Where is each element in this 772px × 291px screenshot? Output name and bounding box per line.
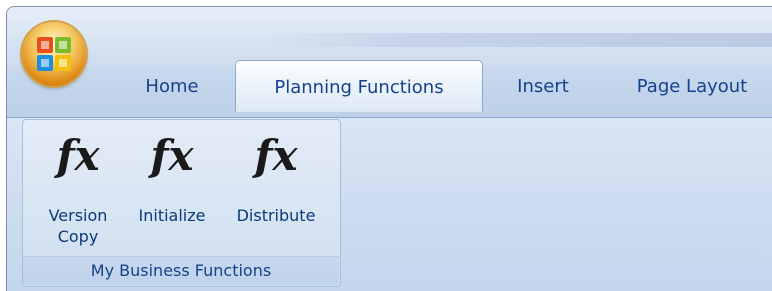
tab-insert[interactable]: Insert: [505, 65, 581, 109]
tab-home[interactable]: Home: [130, 65, 214, 109]
initialize-button[interactable]: fx Initialize: [124, 127, 220, 252]
version-copy-button[interactable]: fx Version Copy: [34, 127, 122, 252]
version-copy-label-line2: Copy: [57, 227, 99, 246]
office-logo-icon: [37, 37, 71, 71]
distribute-label: Distribute: [236, 206, 316, 225]
version-copy-label: Version Copy: [34, 205, 122, 247]
distribute-button[interactable]: fx Distribute: [222, 127, 330, 252]
tab-planning-functions[interactable]: Planning Functions: [235, 60, 483, 112]
function-fx-icon: fx: [56, 131, 100, 180]
function-fx-icon: fx: [150, 131, 194, 180]
title-bar: [7, 7, 772, 67]
office-button[interactable]: [22, 22, 86, 86]
version-copy-label-line1: Version: [48, 206, 108, 225]
initialize-label: Initialize: [138, 206, 206, 225]
group-label: My Business Functions: [23, 256, 339, 285]
title-bar-sheen: [257, 33, 772, 47]
tab-page-layout[interactable]: Page Layout: [618, 65, 766, 109]
function-fx-icon: fx: [254, 131, 298, 180]
